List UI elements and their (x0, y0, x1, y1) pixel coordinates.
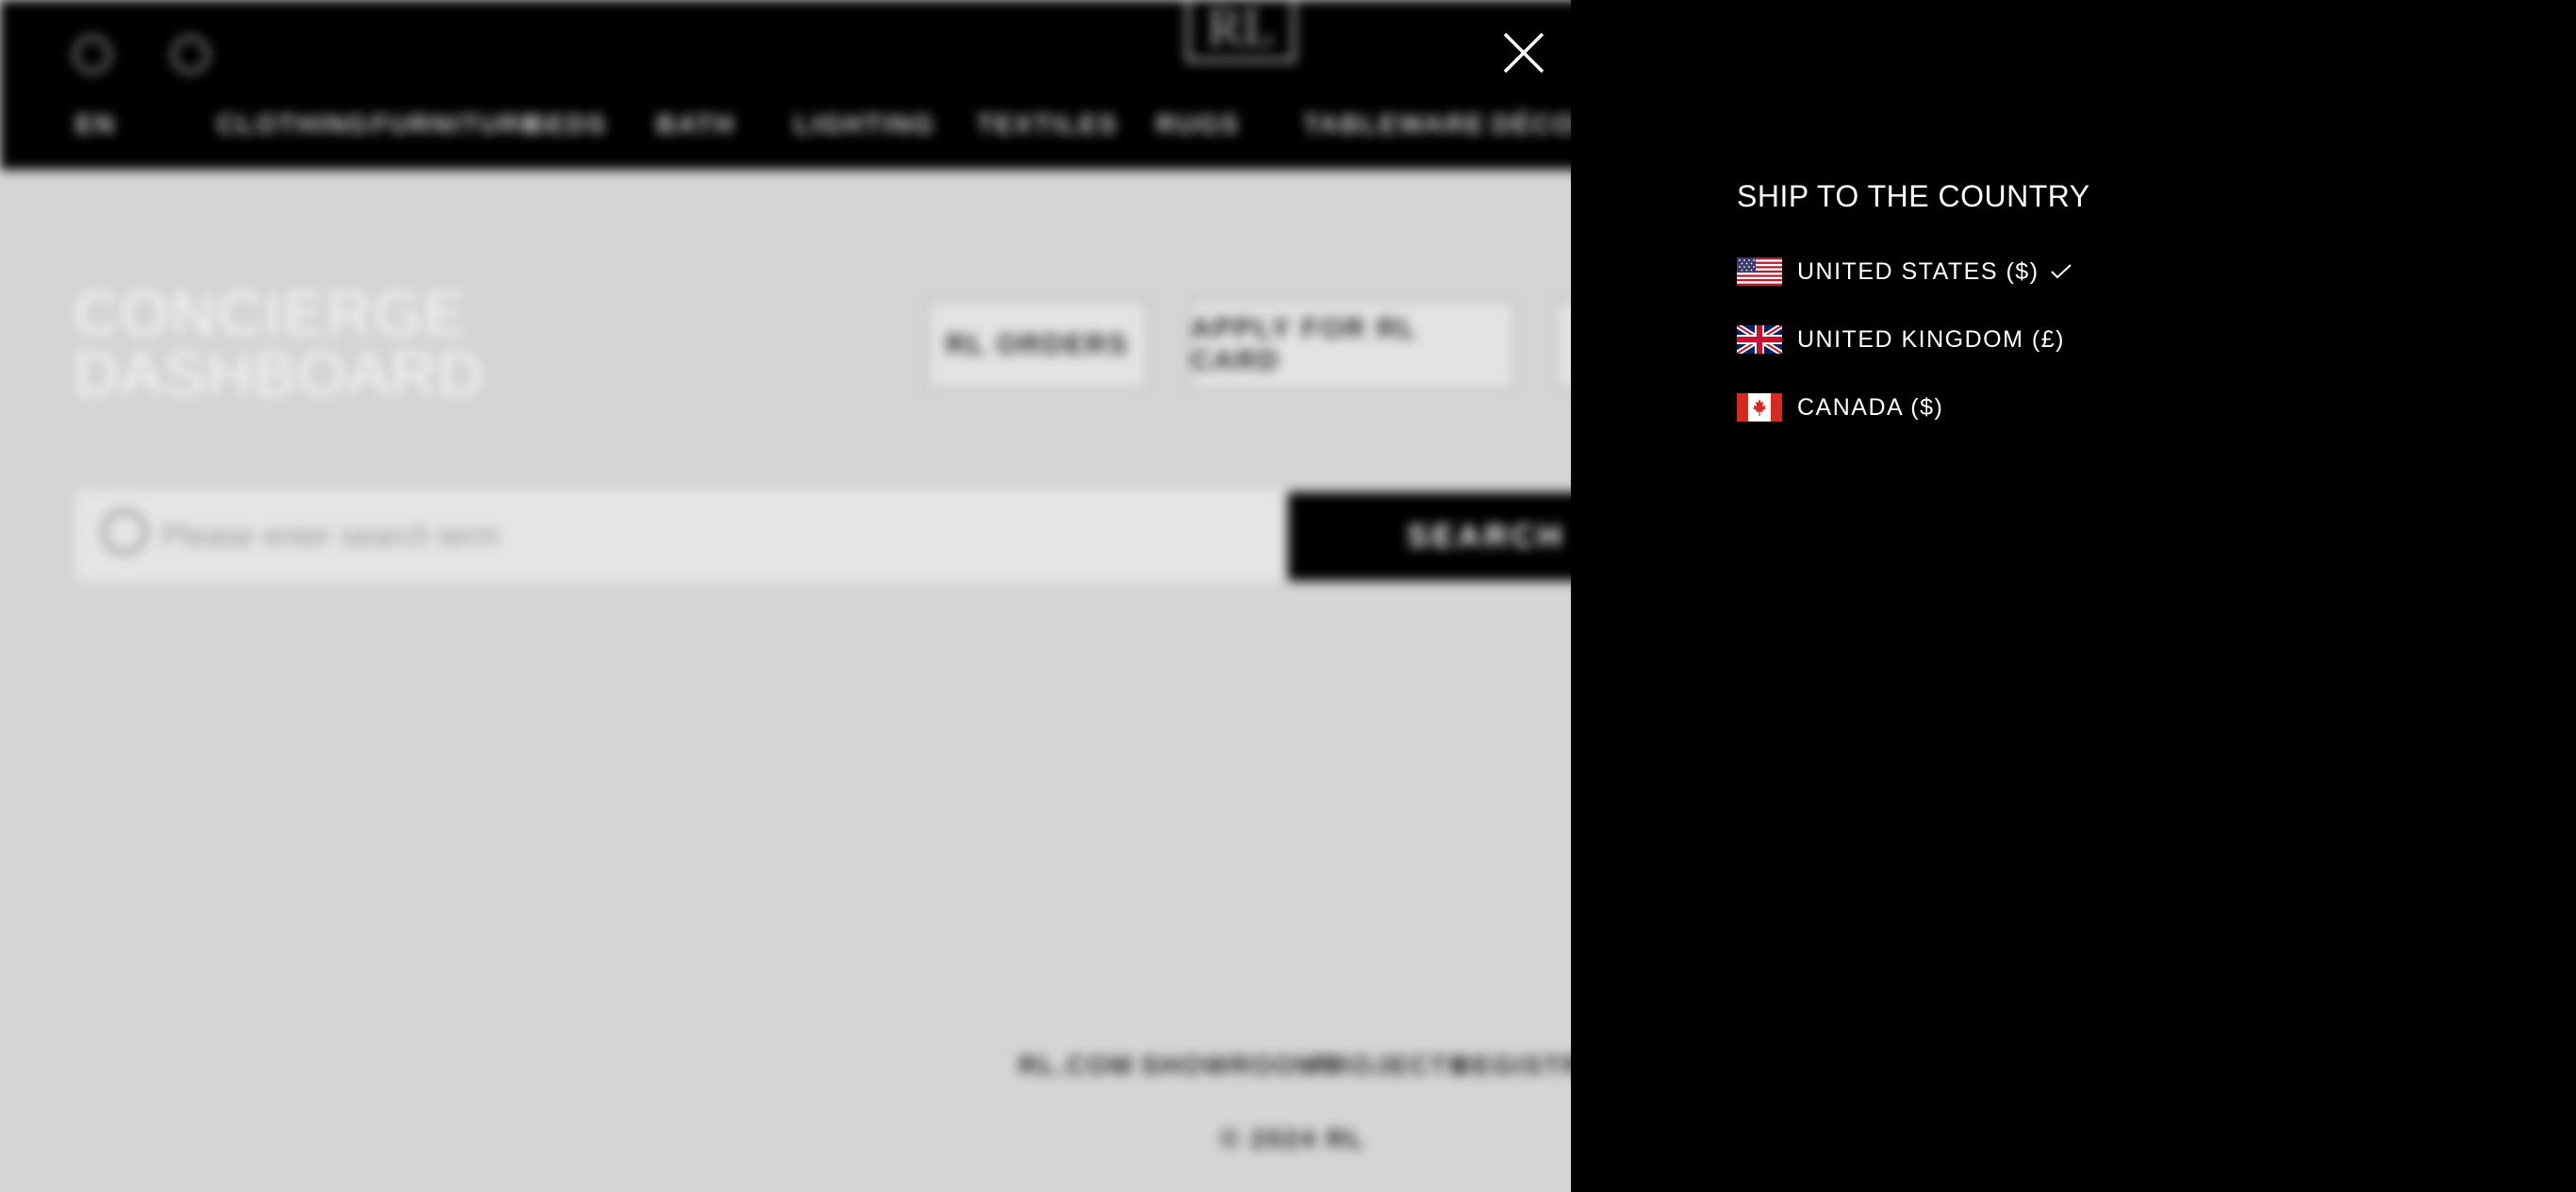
nav-item-language: EN (75, 109, 116, 139)
search-bar: Please enter search term (75, 490, 1284, 581)
main-nav: EN CLOTHING FURNITURE BEDS BATH LIGHTING… (75, 109, 1643, 139)
account-icon (74, 36, 111, 74)
nav-item: TABLEWARE (1303, 109, 1486, 139)
page-title-line1: CONCIERGE (74, 278, 468, 348)
footer-link: RL.COM (1018, 1051, 1134, 1080)
us-flag-icon (1737, 257, 1782, 286)
nav-item: BATH (656, 109, 735, 139)
search-input: Please enter search term (162, 519, 500, 553)
uk-flag-icon (1737, 325, 1782, 354)
ship-to-country-panel: SHIP TO THE COUNTRY UNITED STATES ($) UN… (1571, 0, 2576, 1192)
country-label: UNITED STATES ($) (1797, 257, 2039, 285)
country-label: UNITED KINGDOM (£) (1797, 325, 2065, 353)
nav-item: FURNITURE (372, 109, 541, 139)
page-title-line2: DASHBOARD (74, 339, 486, 408)
close-panel-button[interactable] (1499, 28, 1548, 77)
close-icon (1503, 32, 1544, 74)
panel-title: SHIP TO THE COUNTRY (1737, 179, 2090, 213)
rl-orders-button: RL ORDERS (926, 300, 1148, 390)
country-option-united-states[interactable]: UNITED STATES ($) (1737, 255, 2072, 289)
nav-item: TEXTILES (977, 109, 1118, 139)
canada-flag-icon (1737, 393, 1782, 422)
nav-item: BEDS (526, 109, 607, 139)
apply-rl-card-button: APPLY FOR RL CARD (1188, 300, 1516, 390)
copyright: © 2024 RL (1220, 1124, 1365, 1153)
country-label: CANADA ($) (1797, 393, 1944, 421)
search-field-icon (102, 509, 147, 555)
country-option-united-kingdom[interactable]: UNITED KINGDOM (£) (1737, 323, 2065, 356)
page-title: CONCIERGE DASHBOARD (74, 278, 486, 408)
checkmark-icon (2050, 264, 2072, 279)
nav-item: RUGS (1156, 109, 1240, 139)
footer-link: PROJECTS (1311, 1051, 1468, 1080)
search-icon (172, 36, 209, 74)
site-logo: RL (1186, 0, 1296, 62)
country-option-canada[interactable]: CANADA ($) (1737, 390, 1943, 424)
nav-item: LIGHTING (794, 109, 935, 139)
nav-item: CLOTHING (217, 109, 371, 139)
